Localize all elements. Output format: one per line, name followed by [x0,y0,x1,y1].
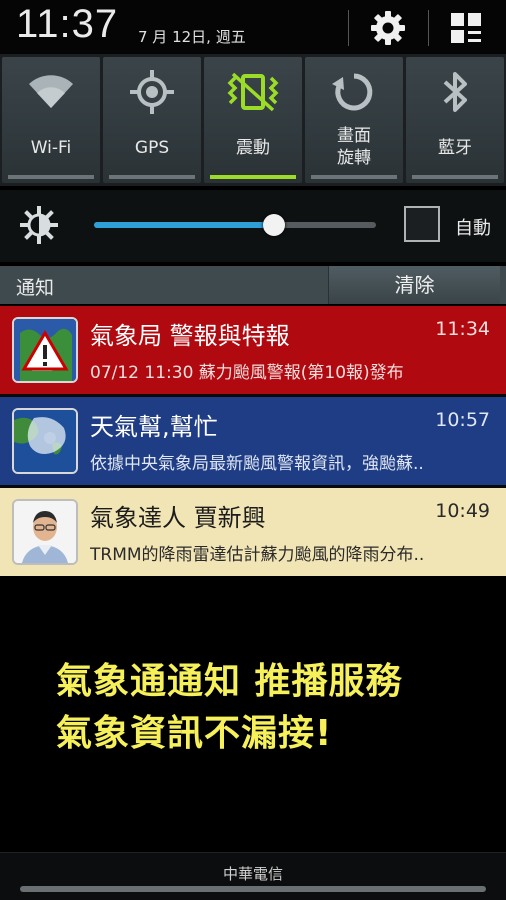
tile-bluetooth[interactable]: 藍牙 [406,57,504,183]
tile-rotate[interactable]: 畫面 旋轉 [305,57,403,183]
rotate-icon [305,67,403,117]
notification-time: 11:34 [435,318,490,340]
tile-indicator [210,175,296,179]
promo-text: 氣象通通知 推播服務 氣象資訊不漏接! [56,656,403,760]
notifications-title: 通知 [16,277,55,299]
avatar [12,499,78,565]
tile-indicator [109,175,195,179]
gps-icon [103,67,201,117]
notification-item[interactable]: 氣象局 警報與特報 11:34 07/12 11:30 蘇力颱風警報(第10報)… [0,306,506,394]
carrier-bar: 中華電信 [0,852,506,900]
notification-text: 07/12 11:30 蘇力颱風警報(第10報)發布 [90,363,404,383]
vibrate-icon [204,67,302,117]
brightness-slider[interactable] [94,214,376,236]
tile-label: 藍牙 [438,138,472,158]
clock: 11:37 [16,2,119,46]
promo-line: 氣象通通知 推播服務 [56,661,403,702]
bluetooth-icon [406,67,504,117]
tile-gps[interactable]: GPS [103,57,201,183]
divider [428,10,429,46]
notification-item[interactable]: 氣象達人 賈新興 10:49 TRMM的降雨雷達估計蘇力颱風的降雨分布.. [0,488,506,576]
brightness-slider-fill [94,222,275,228]
weather-map-icon [12,408,78,474]
notification-text: TRMM的降雨雷達估計蘇力颱風的降雨分布.. [90,545,425,565]
drag-handle[interactable] [20,886,486,892]
clear-button[interactable]: 清除 [328,266,500,304]
tile-label: Wi-Fi [30,138,72,158]
tile-label: 畫面 旋轉 [337,126,371,168]
grid-edit-icon[interactable] [446,8,486,48]
warning-app-icon [12,317,78,383]
tile-indicator [311,175,397,179]
brightness-icon [18,204,60,246]
notifications-header: 通知 清除 [0,266,506,304]
gear-icon[interactable] [368,8,408,48]
notification-title: 氣象局 警報與特報 [90,322,290,350]
brightness-row: 自動 [0,190,506,262]
notification-title: 氣象達人 賈新興 [90,504,266,532]
notification-text: 依據中央氣象局最新颱風警報資訊，強颱蘇.. [90,454,424,474]
tile-indicator [8,175,94,179]
carrier-label: 中華電信 [222,865,283,883]
tile-label: GPS [134,138,170,158]
notification-time: 10:49 [435,500,490,522]
auto-brightness-label: 自動 [455,218,491,239]
tile-indicator [412,175,498,179]
tile-wifi[interactable]: Wi-Fi [2,57,100,183]
divider [348,10,349,46]
wifi-icon [2,67,100,117]
brightness-slider-thumb[interactable] [263,214,286,236]
promo-line: 氣象資訊不漏接! [56,713,333,754]
notification-title: 天氣幫,幫忙 [90,413,218,441]
date: 7 月 12日, 週五 [138,28,246,46]
quick-settings-panel: Wi-Fi GPS 震動 畫面 旋轉 藍牙 [0,54,506,186]
tile-label: 震動 [236,138,270,158]
tile-vibrate[interactable]: 震動 [204,57,302,183]
notification-time: 10:57 [435,409,490,431]
auto-brightness-checkbox[interactable] [404,206,440,242]
notification-item[interactable]: 天氣幫,幫忙 10:57 依據中央氣象局最新颱風警報資訊，強颱蘇.. [0,397,506,485]
status-header: 11:37 7 月 12日, 週五 [0,0,506,54]
